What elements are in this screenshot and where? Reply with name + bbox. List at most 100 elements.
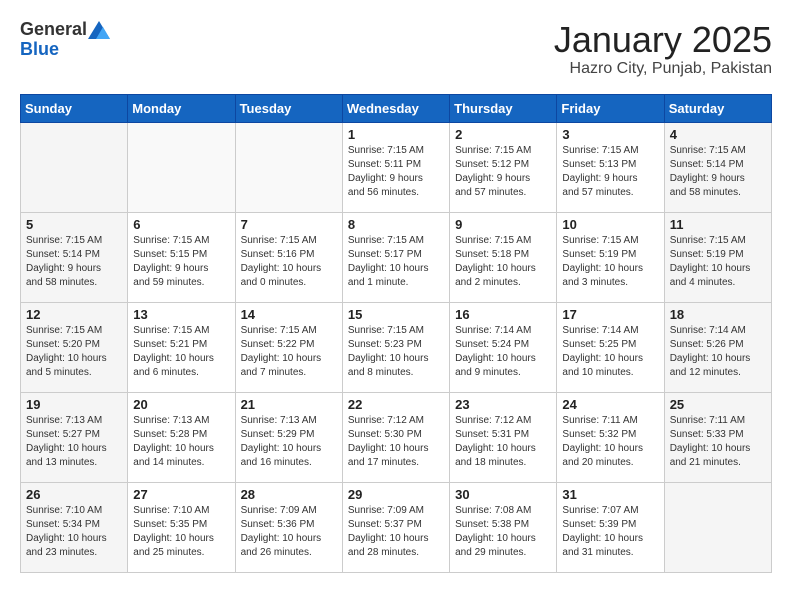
day-info: Sunrise: 7:09 AM Sunset: 5:37 PM Dayligh… (348, 504, 444, 560)
calendar-cell: 19 Sunrise: 7:13 AM Sunset: 5:27 PM Dayli… (21, 392, 128, 482)
day-number: 3 (562, 127, 658, 142)
day-info: Sunrise: 7:15 AM Sunset: 5:14 PM Dayligh… (670, 144, 766, 200)
week-row-4: 19 Sunrise: 7:13 AM Sunset: 5:27 PM Dayli… (21, 392, 772, 482)
day-info: Sunrise: 7:13 AM Sunset: 5:27 PM Dayligh… (26, 414, 122, 470)
day-number: 6 (133, 217, 229, 232)
day-info: Sunrise: 7:15 AM Sunset: 5:14 PM Dayligh… (26, 234, 122, 290)
calendar-cell (21, 122, 128, 212)
title-block: January 2025 Hazro City, Punjab, Pakista… (554, 20, 772, 78)
calendar-cell: 5 Sunrise: 7:15 AM Sunset: 5:14 PM Daylig… (21, 212, 128, 302)
day-number: 14 (241, 307, 337, 322)
day-number: 4 (670, 127, 766, 142)
day-number: 11 (670, 217, 766, 232)
day-number: 30 (455, 487, 551, 502)
calendar-cell: 8 Sunrise: 7:15 AM Sunset: 5:17 PM Daylig… (342, 212, 449, 302)
calendar-cell: 17 Sunrise: 7:14 AM Sunset: 5:25 PM Dayli… (557, 302, 664, 392)
header-monday: Monday (128, 94, 235, 122)
calendar-cell: 11 Sunrise: 7:15 AM Sunset: 5:19 PM Dayli… (664, 212, 771, 302)
calendar-cell: 24Sunrise: 7:11 AM Sunset: 5:32 PM Dayli… (557, 392, 664, 482)
calendar-cell: 23 Sunrise: 7:12 AM Sunset: 5:31 PM Dayli… (450, 392, 557, 482)
calendar-cell (235, 122, 342, 212)
calendar-cell: 13Sunrise: 7:15 AM Sunset: 5:21 PM Dayli… (128, 302, 235, 392)
day-info: Sunrise: 7:10 AM Sunset: 5:35 PM Dayligh… (133, 504, 229, 560)
calendar-cell: 14 Sunrise: 7:15 AM Sunset: 5:22 PM Dayli… (235, 302, 342, 392)
calendar-cell: 29 Sunrise: 7:09 AM Sunset: 5:37 PM Dayli… (342, 482, 449, 572)
header-saturday: Saturday (664, 94, 771, 122)
day-number: 23 (455, 397, 551, 412)
calendar-title: January 2025 (554, 20, 772, 60)
day-number: 20 (133, 397, 229, 412)
day-number: 9 (455, 217, 551, 232)
day-info: Sunrise: 7:14 AM Sunset: 5:26 PM Dayligh… (670, 324, 766, 380)
calendar-cell: 27Sunrise: 7:10 AM Sunset: 5:35 PM Dayli… (128, 482, 235, 572)
day-number: 10 (562, 217, 658, 232)
day-info: Sunrise: 7:13 AM Sunset: 5:28 PM Dayligh… (133, 414, 229, 470)
day-info: Sunrise: 7:15 AM Sunset: 5:19 PM Dayligh… (562, 234, 658, 290)
day-info: Sunrise: 7:15 AM Sunset: 5:23 PM Dayligh… (348, 324, 444, 380)
day-info: Sunrise: 7:13 AM Sunset: 5:29 PM Dayligh… (241, 414, 337, 470)
logo-blue: Blue (20, 40, 111, 60)
day-info: Sunrise: 7:15 AM Sunset: 5:11 PM Dayligh… (348, 144, 444, 200)
day-number: 1 (348, 127, 444, 142)
day-number: 25 (670, 397, 766, 412)
calendar-cell: 25 Sunrise: 7:11 AM Sunset: 5:33 PM Dayli… (664, 392, 771, 482)
day-info: Sunrise: 7:12 AM Sunset: 5:31 PM Dayligh… (455, 414, 551, 470)
calendar-cell: 31Sunrise: 7:07 AM Sunset: 5:39 PM Dayli… (557, 482, 664, 572)
day-info: Sunrise: 7:15 AM Sunset: 5:18 PM Dayligh… (455, 234, 551, 290)
day-number: 17 (562, 307, 658, 322)
calendar-cell (128, 122, 235, 212)
day-number: 13 (133, 307, 229, 322)
day-info: Sunrise: 7:14 AM Sunset: 5:25 PM Dayligh… (562, 324, 658, 380)
week-row-1: 1 Sunrise: 7:15 AM Sunset: 5:11 PM Daylig… (21, 122, 772, 212)
day-info: Sunrise: 7:14 AM Sunset: 5:24 PM Dayligh… (455, 324, 551, 380)
calendar-cell: 20 Sunrise: 7:13 AM Sunset: 5:28 PM Dayli… (128, 392, 235, 482)
day-info: Sunrise: 7:11 AM Sunset: 5:33 PM Dayligh… (670, 414, 766, 470)
day-number: 18 (670, 307, 766, 322)
day-number: 7 (241, 217, 337, 232)
header-wednesday: Wednesday (342, 94, 449, 122)
day-info: Sunrise: 7:10 AM Sunset: 5:34 PM Dayligh… (26, 504, 122, 560)
logo: General Blue (20, 20, 111, 60)
calendar-subtitle: Hazro City, Punjab, Pakistan (554, 60, 772, 78)
calendar-cell: 10 Sunrise: 7:15 AM Sunset: 5:19 PM Dayli… (557, 212, 664, 302)
day-info: Sunrise: 7:15 AM Sunset: 5:13 PM Dayligh… (562, 144, 658, 200)
calendar-cell: 26 Sunrise: 7:10 AM Sunset: 5:34 PM Dayli… (21, 482, 128, 572)
day-number: 2 (455, 127, 551, 142)
day-number: 15 (348, 307, 444, 322)
day-info: Sunrise: 7:15 AM Sunset: 5:22 PM Dayligh… (241, 324, 337, 380)
logo-general: General (20, 19, 87, 39)
calendar-cell: 1 Sunrise: 7:15 AM Sunset: 5:11 PM Daylig… (342, 122, 449, 212)
day-info: Sunrise: 7:15 AM Sunset: 5:15 PM Dayligh… (133, 234, 229, 290)
day-info: Sunrise: 7:15 AM Sunset: 5:12 PM Dayligh… (455, 144, 551, 200)
calendar-cell: 22 Sunrise: 7:12 AM Sunset: 5:30 PM Dayli… (342, 392, 449, 482)
day-info: Sunrise: 7:08 AM Sunset: 5:38 PM Dayligh… (455, 504, 551, 560)
day-number: 22 (348, 397, 444, 412)
day-number: 24 (562, 397, 658, 412)
day-number: 5 (26, 217, 122, 232)
calendar-cell: 21Sunrise: 7:13 AM Sunset: 5:29 PM Dayli… (235, 392, 342, 482)
calendar-cell: 12Sunrise: 7:15 AM Sunset: 5:20 PM Dayli… (21, 302, 128, 392)
day-info: Sunrise: 7:12 AM Sunset: 5:30 PM Dayligh… (348, 414, 444, 470)
day-number: 29 (348, 487, 444, 502)
header-thursday: Thursday (450, 94, 557, 122)
day-number: 8 (348, 217, 444, 232)
page-header: General Blue January 2025 Hazro City, Pu… (20, 20, 772, 78)
calendar-cell: 15 Sunrise: 7:15 AM Sunset: 5:23 PM Dayli… (342, 302, 449, 392)
day-number: 31 (562, 487, 658, 502)
calendar-cell: 30 Sunrise: 7:08 AM Sunset: 5:38 PM Dayli… (450, 482, 557, 572)
calendar-cell: 3 Sunrise: 7:15 AM Sunset: 5:13 PM Daylig… (557, 122, 664, 212)
day-info: Sunrise: 7:15 AM Sunset: 5:17 PM Dayligh… (348, 234, 444, 290)
header-row: SundayMondayTuesdayWednesdayThursdayFrid… (21, 94, 772, 122)
calendar-table: SundayMondayTuesdayWednesdayThursdayFrid… (20, 94, 772, 573)
day-number: 28 (241, 487, 337, 502)
header-tuesday: Tuesday (235, 94, 342, 122)
day-number: 26 (26, 487, 122, 502)
calendar-cell: 7 Sunrise: 7:15 AM Sunset: 5:16 PM Daylig… (235, 212, 342, 302)
day-info: Sunrise: 7:09 AM Sunset: 5:36 PM Dayligh… (241, 504, 337, 560)
day-number: 16 (455, 307, 551, 322)
day-info: Sunrise: 7:15 AM Sunset: 5:19 PM Dayligh… (670, 234, 766, 290)
day-number: 19 (26, 397, 122, 412)
day-info: Sunrise: 7:15 AM Sunset: 5:16 PM Dayligh… (241, 234, 337, 290)
day-info: Sunrise: 7:15 AM Sunset: 5:20 PM Dayligh… (26, 324, 122, 380)
week-row-5: 26 Sunrise: 7:10 AM Sunset: 5:34 PM Dayli… (21, 482, 772, 572)
